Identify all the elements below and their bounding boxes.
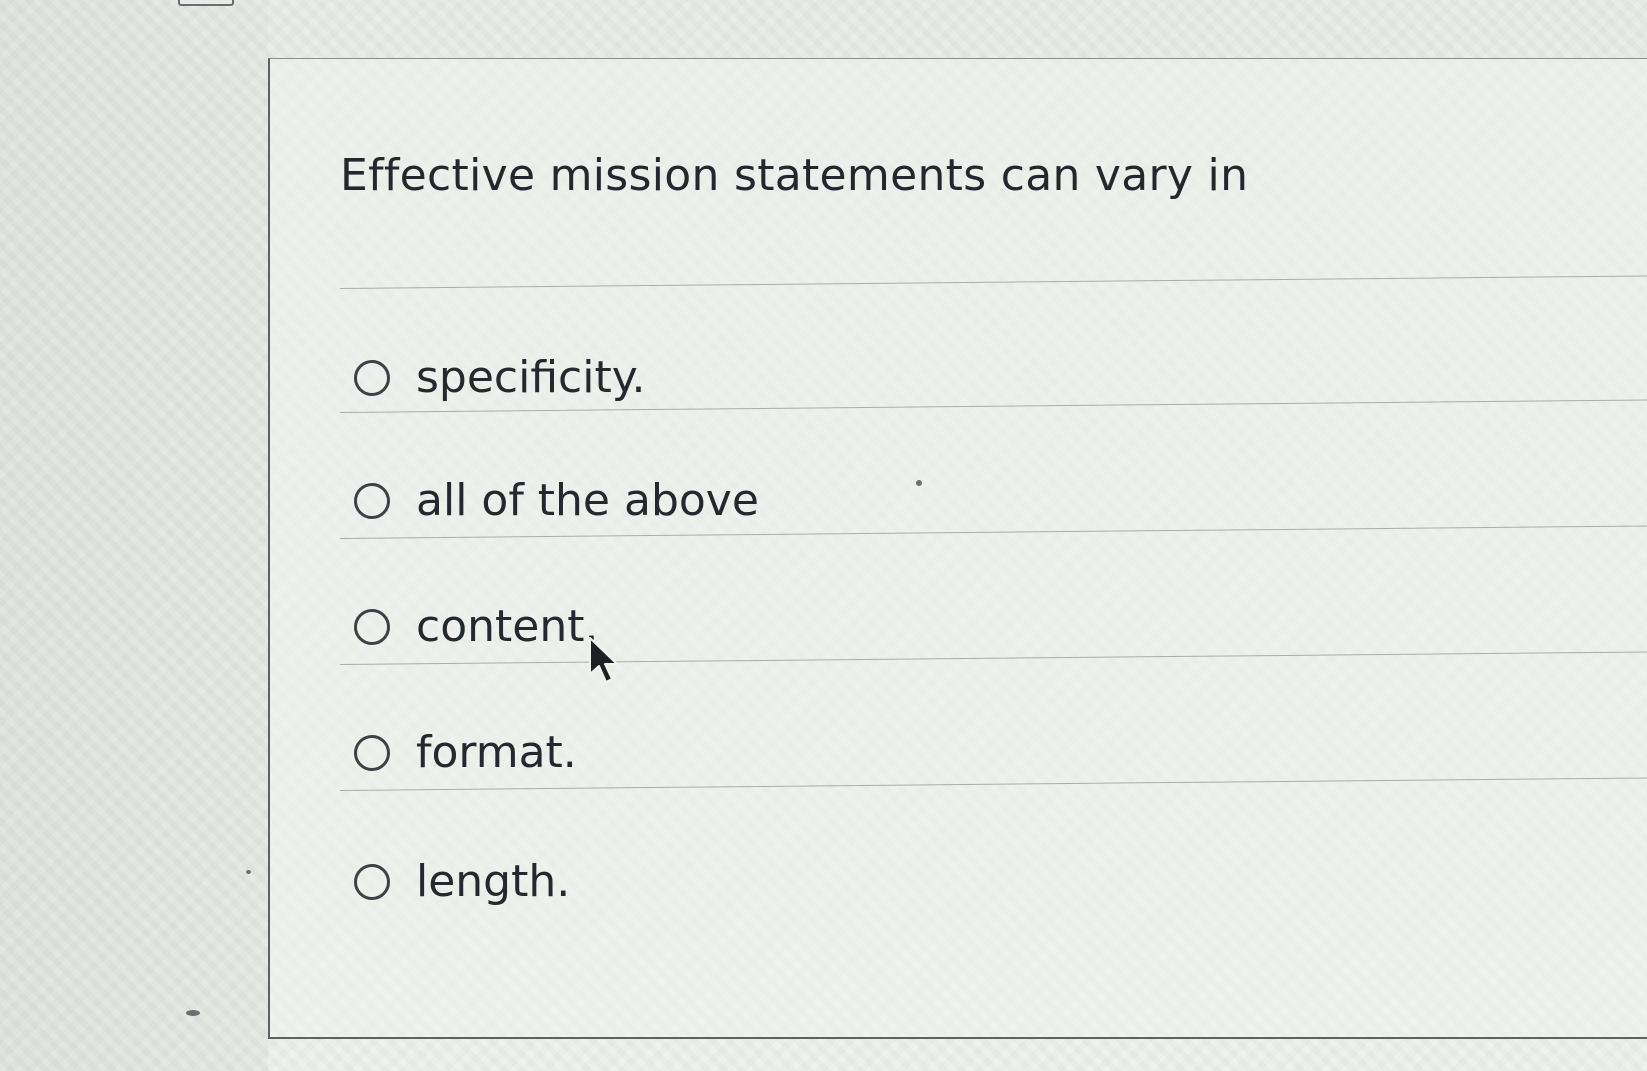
question-text: Effective mission statements can vary in (340, 150, 1249, 201)
option-all-of-the-above[interactable]: all of the above (354, 475, 759, 526)
option-label: content. (416, 601, 599, 652)
radio-button[interactable] (354, 734, 390, 771)
mouse-pointer-icon (589, 637, 618, 683)
radio-button[interactable] (354, 359, 390, 396)
radio-button[interactable] (354, 482, 390, 519)
option-length[interactable]: length. (354, 856, 570, 907)
option-label: format. (416, 727, 577, 778)
screen-speck (186, 1010, 200, 1016)
option-label: all of the above (416, 475, 759, 526)
left-margin (0, 0, 268, 1071)
screen-speck (916, 480, 922, 486)
screen-speck (246, 870, 251, 874)
radio-button[interactable] (354, 863, 390, 900)
option-content[interactable]: content. (354, 601, 598, 652)
option-format[interactable]: format. (354, 727, 577, 778)
option-specificity[interactable]: specificity. (354, 352, 645, 403)
top-edge-box (178, 0, 234, 6)
option-label: length. (416, 856, 571, 907)
option-label: specificity. (416, 352, 646, 403)
radio-button[interactable] (354, 608, 390, 645)
